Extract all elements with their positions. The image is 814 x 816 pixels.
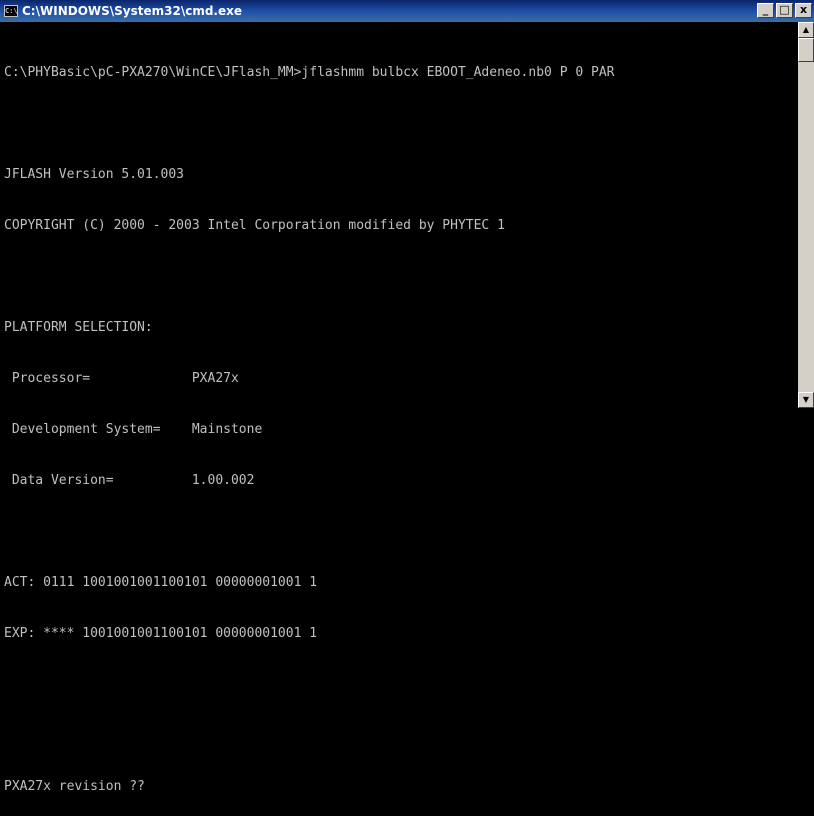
title-bar[interactable]: C:\ C:\WINDOWS\System32\cmd.exe _ □ x (0, 0, 814, 22)
console-line: Processor= PXA27x (4, 371, 239, 386)
console-line: PXA27x revision ?? (4, 779, 145, 794)
scroll-down-icon[interactable]: ▼ (798, 392, 814, 408)
scroll-up-icon[interactable]: ▲ (798, 22, 814, 38)
console-line: COPYRIGHT (C) 2000 - 2003 Intel Corporat… (4, 218, 505, 233)
console-line: ACT: 0111 1001001001100101 00000001001 1 (4, 575, 318, 590)
console-line: C:\PHYBasic\pC-PXA270\WinCE\JFlash_MM>jf… (4, 65, 615, 80)
minimize-button[interactable]: _ (757, 3, 774, 18)
cmd-window: C:\ C:\WINDOWS\System32\cmd.exe _ □ x C:… (0, 0, 814, 794)
cmd-app-icon[interactable]: C:\ (4, 5, 18, 17)
close-button[interactable]: x (795, 3, 812, 18)
console-line: Development System= Mainstone (4, 422, 263, 437)
scroll-thumb[interactable] (798, 38, 814, 62)
window-controls: _ □ x (757, 3, 814, 18)
console-line: PLATFORM SELECTION: (4, 320, 153, 335)
console-line: EXP: **** 1001001001100101 00000001001 1 (4, 626, 318, 641)
vertical-scrollbar[interactable]: ▲ ▼ (798, 22, 814, 408)
console-output[interactable]: C:\PHYBasic\pC-PXA270\WinCE\JFlash_MM>jf… (0, 22, 798, 794)
console-line: JFLASH Version 5.01.003 (4, 167, 185, 182)
window-title: C:\WINDOWS\System32\cmd.exe (22, 4, 243, 18)
console-line: Data Version= 1.00.002 (4, 473, 255, 488)
maximize-button[interactable]: □ (776, 3, 793, 18)
